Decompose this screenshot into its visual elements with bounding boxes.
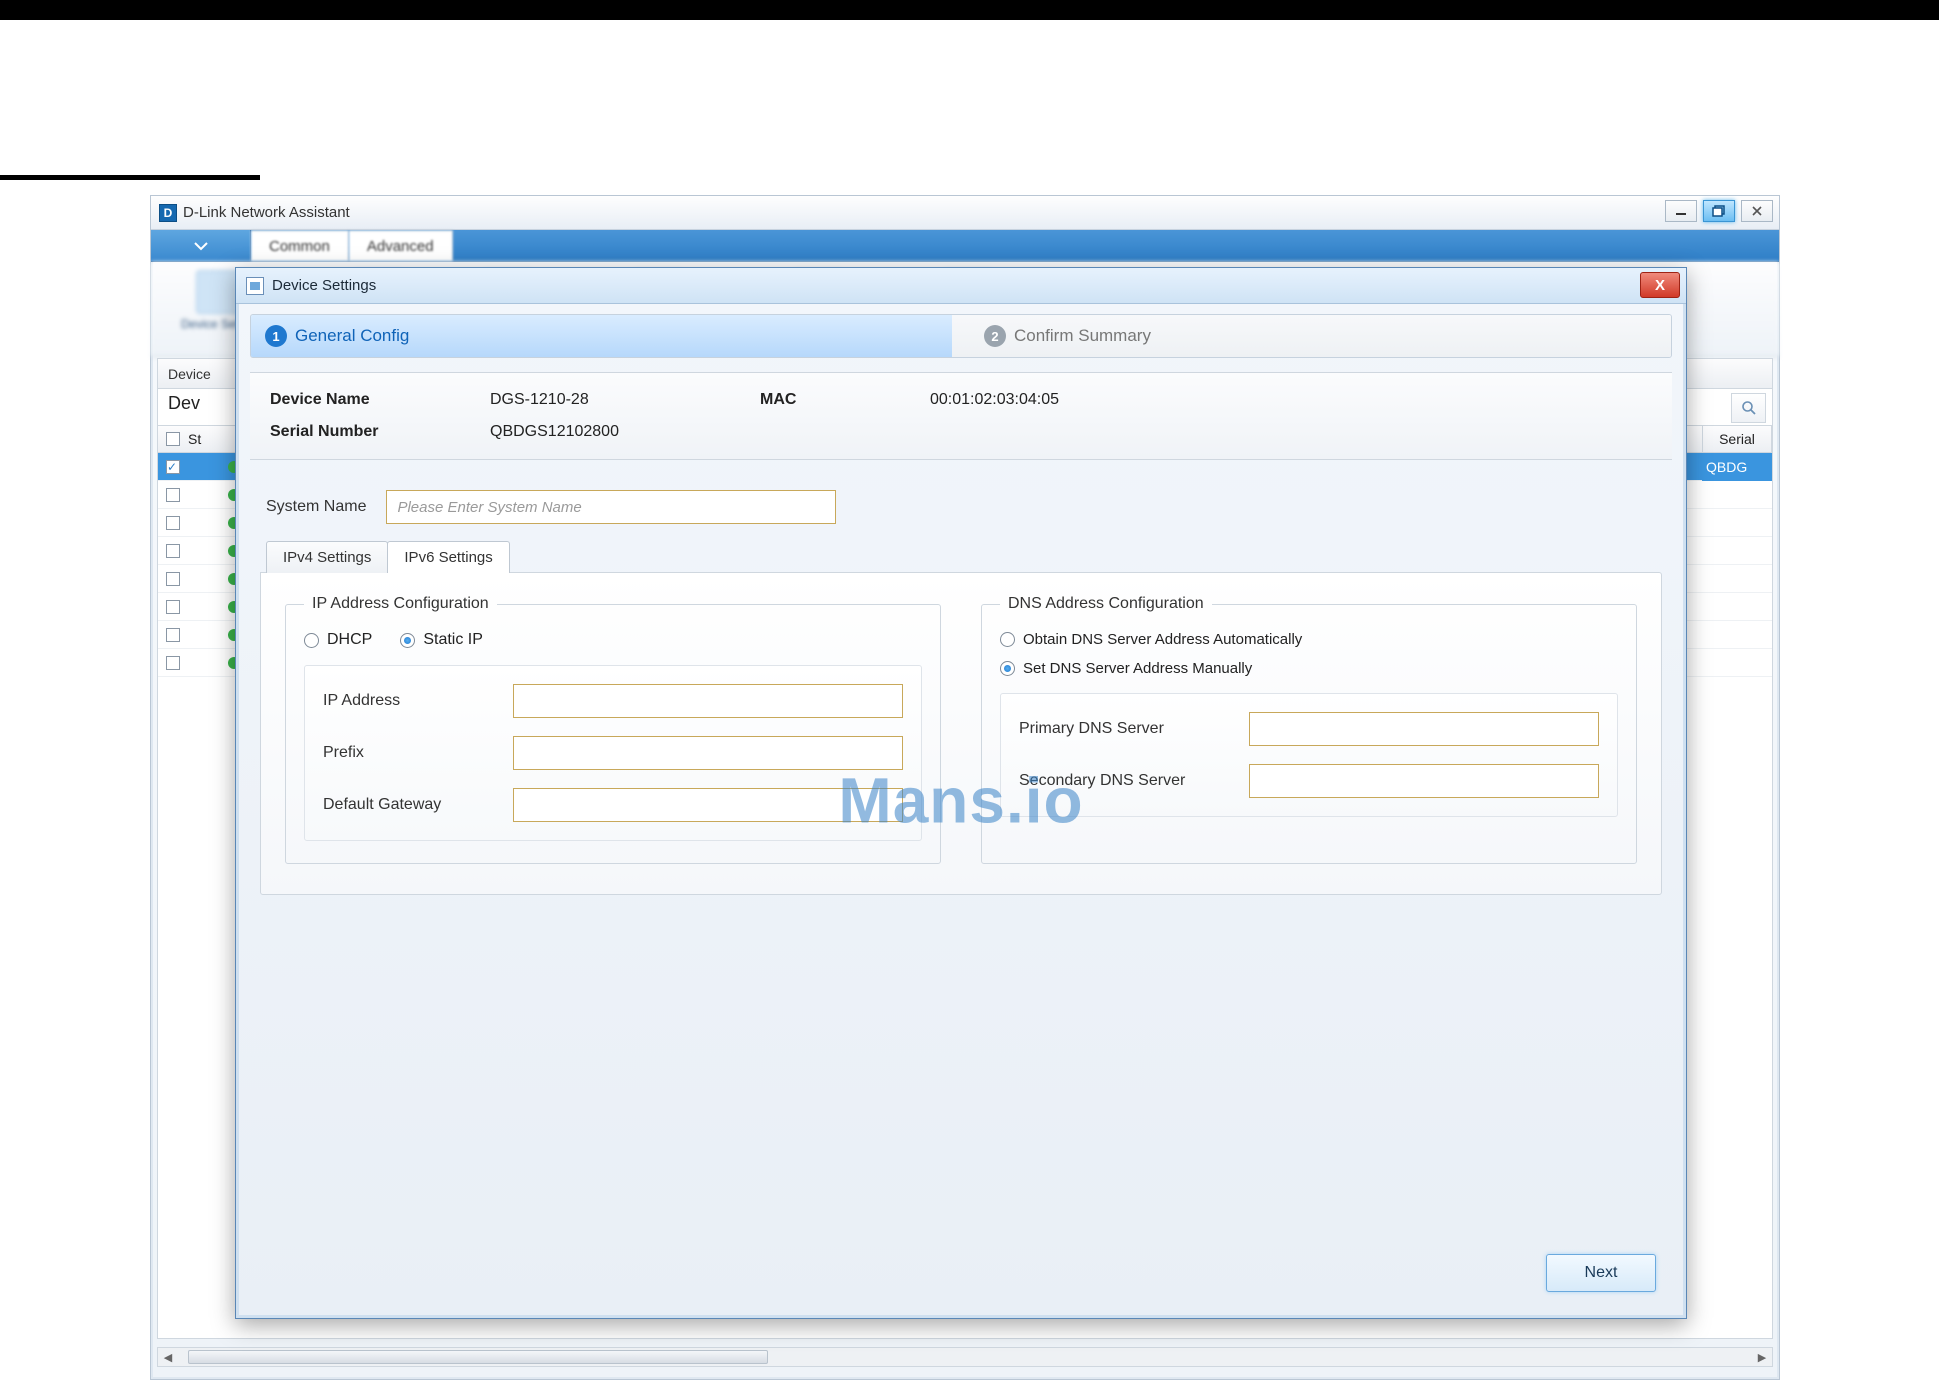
secondary-dns-label: Secondary DNS Server xyxy=(1019,772,1249,790)
radio-icon xyxy=(1000,661,1015,676)
device-filter-label: Dev xyxy=(168,393,200,414)
row-checkbox[interactable] xyxy=(166,544,180,558)
radio-static-ip[interactable]: Static IP xyxy=(400,631,483,649)
radio-dhcp[interactable]: DHCP xyxy=(304,631,372,649)
app-title: D-Link Network Assistant xyxy=(183,204,350,221)
row-checkbox[interactable] xyxy=(166,656,180,670)
default-gateway-input[interactable] xyxy=(513,788,903,822)
dns-address-config-group: DNS Address Configuration Obtain DNS Ser… xyxy=(981,595,1637,864)
row-checkbox[interactable] xyxy=(166,628,180,642)
system-name-input[interactable] xyxy=(386,490,836,524)
minimize-button[interactable] xyxy=(1665,200,1697,222)
select-all-checkbox[interactable] xyxy=(166,432,180,446)
maximize-button[interactable] xyxy=(1703,200,1735,222)
scroll-right-icon[interactable]: ▶ xyxy=(1752,1348,1772,1366)
row-checkbox[interactable] xyxy=(166,516,180,530)
system-name-label: System Name xyxy=(266,498,366,516)
dialog-close-button[interactable]: X xyxy=(1640,272,1680,298)
ip-address-input[interactable] xyxy=(513,684,903,718)
serial-number-value: QBDGS12102800 xyxy=(490,423,760,441)
dialog-title: Device Settings xyxy=(272,277,376,294)
ribbon-bar: Common Advanced xyxy=(151,230,1779,262)
ribbon-tab-advanced[interactable]: Advanced xyxy=(349,230,453,261)
radio-label: Set DNS Server Address Manually xyxy=(1023,660,1252,677)
ribbon-menu-dropdown[interactable] xyxy=(151,230,251,261)
manual-dns-fields: Primary DNS Server Secondary DNS Server xyxy=(1000,693,1618,817)
wizard-step-confirm-summary[interactable]: 2 Confirm Summary xyxy=(952,315,1671,357)
radio-icon xyxy=(400,633,415,648)
row-checkbox[interactable] xyxy=(166,600,180,614)
device-settings-dialog: Device Settings X 1 General Config 2 Con… xyxy=(235,267,1687,1319)
step-label: General Config xyxy=(295,326,409,346)
prefix-input[interactable] xyxy=(513,736,903,770)
dialog-icon xyxy=(246,277,264,295)
step-number-badge: 2 xyxy=(984,325,1006,347)
radio-label: DHCP xyxy=(327,631,372,649)
mac-label: MAC xyxy=(760,391,930,409)
close-app-button[interactable] xyxy=(1741,200,1773,222)
ip-group-legend: IP Address Configuration xyxy=(304,595,497,613)
scroll-left-icon[interactable]: ◀ xyxy=(158,1348,178,1366)
app-logo-icon: D xyxy=(159,204,177,222)
static-ip-fields: IP Address Prefix Default Gateway xyxy=(304,665,922,841)
radio-dns-manual[interactable]: Set DNS Server Address Manually xyxy=(1000,660,1618,677)
wizard-steps: 1 General Config 2 Confirm Summary xyxy=(250,314,1672,358)
horizontal-scrollbar[interactable]: ◀ ▶ xyxy=(157,1347,1773,1367)
primary-dns-input[interactable] xyxy=(1249,712,1599,746)
column-header-status[interactable]: St xyxy=(188,431,201,447)
row-checkbox[interactable] xyxy=(166,488,180,502)
tab-ipv4-settings[interactable]: IPv4 Settings xyxy=(266,541,388,573)
step-number-badge: 1 xyxy=(265,325,287,347)
dns-group-legend: DNS Address Configuration xyxy=(1000,595,1212,613)
dialog-titlebar: Device Settings X xyxy=(236,268,1686,304)
row-checkbox[interactable] xyxy=(166,460,180,474)
column-header-serial[interactable]: Serial xyxy=(1702,425,1772,453)
row-checkbox[interactable] xyxy=(166,572,180,586)
tab-ipv6-settings[interactable]: IPv6 Settings xyxy=(387,541,509,573)
mac-value: 00:01:02:03:04:05 xyxy=(930,391,1652,409)
wizard-step-general-config[interactable]: 1 General Config xyxy=(251,315,952,357)
device-summary: Device Name DGS-1210-28 MAC 00:01:02:03:… xyxy=(250,372,1672,460)
radio-label: Static IP xyxy=(423,631,483,649)
radio-icon xyxy=(304,633,319,648)
radio-dns-auto[interactable]: Obtain DNS Server Address Automatically xyxy=(1000,631,1618,648)
search-button[interactable] xyxy=(1731,393,1766,423)
ip-settings-tabs: IPv4 Settings IPv6 Settings xyxy=(266,540,1662,572)
primary-dns-label: Primary DNS Server xyxy=(1019,720,1249,738)
radio-icon xyxy=(1000,632,1015,647)
ipv6-settings-panel: IP Address Configuration DHCP Static IP xyxy=(260,572,1662,895)
radio-label: Obtain DNS Server Address Automatically xyxy=(1023,631,1302,648)
top-black-bar xyxy=(0,0,1939,20)
ip-address-label: IP Address xyxy=(323,692,513,710)
ribbon-tab-common[interactable]: Common xyxy=(251,230,349,261)
device-name-label: Device Name xyxy=(270,391,490,409)
serial-cell: QBDG xyxy=(1702,453,1772,481)
step-label: Confirm Summary xyxy=(1014,326,1151,346)
ip-address-config-group: IP Address Configuration DHCP Static IP xyxy=(285,595,941,864)
serial-number-label: Serial Number xyxy=(270,423,490,441)
device-name-value: DGS-1210-28 xyxy=(490,391,760,409)
default-gateway-label: Default Gateway xyxy=(323,796,513,814)
scrollbar-thumb[interactable] xyxy=(188,1350,768,1364)
app-titlebar: D D-Link Network Assistant xyxy=(151,196,1779,230)
secondary-dns-input[interactable] xyxy=(1249,764,1599,798)
next-button[interactable]: Next xyxy=(1546,1254,1656,1292)
prefix-label: Prefix xyxy=(323,744,513,762)
horizontal-rule xyxy=(0,175,260,180)
